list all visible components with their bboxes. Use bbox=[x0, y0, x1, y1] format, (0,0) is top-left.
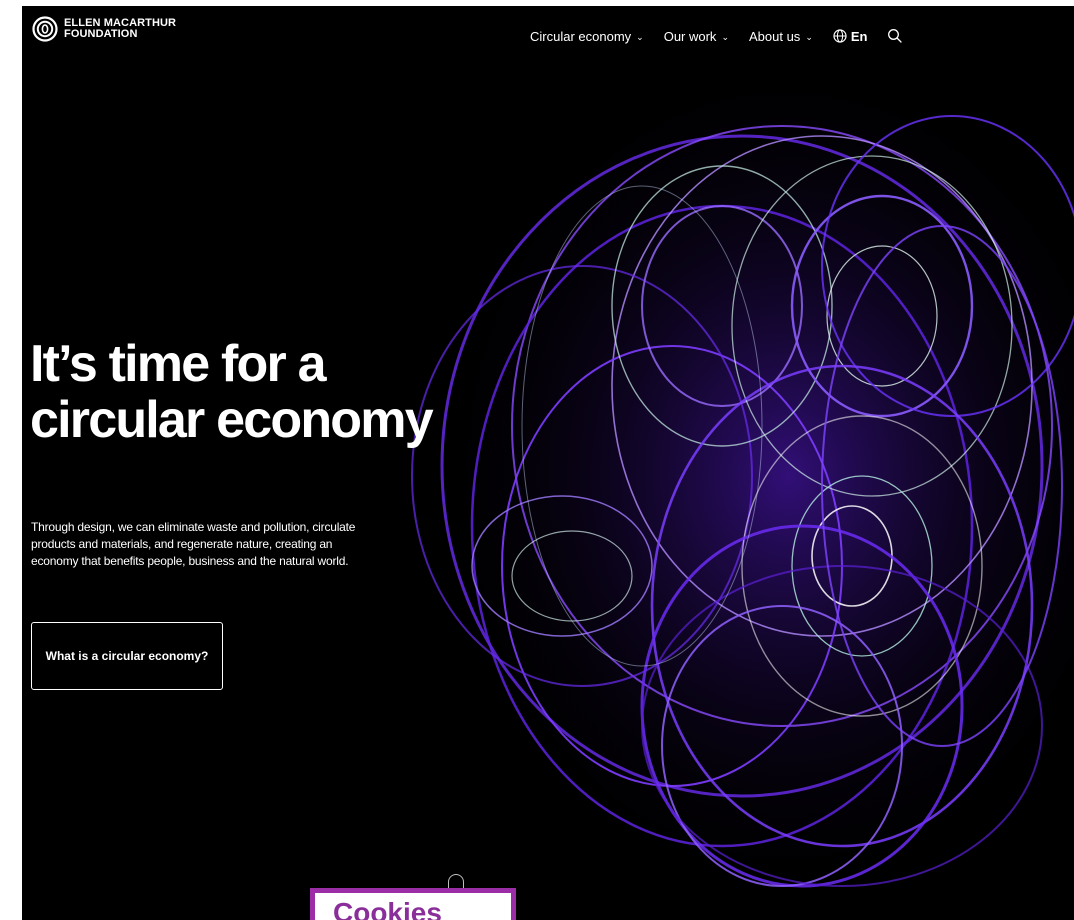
logo-line-2: FOUNDATION bbox=[64, 28, 138, 40]
site-logo[interactable]: ELLEN MACARTHUR FOUNDATION bbox=[32, 16, 176, 42]
chevron-down-icon: ⌄ bbox=[805, 31, 813, 42]
chevron-down-icon: ⌄ bbox=[721, 31, 729, 42]
light-trail-background bbox=[392, 46, 1074, 906]
search-icon[interactable] bbox=[887, 28, 903, 44]
nav-item-circular-economy[interactable]: Circular economy ⌄ bbox=[530, 29, 644, 44]
page: ELLEN MACARTHUR FOUNDATION Circular econ… bbox=[0, 0, 1074, 920]
nav-label: About us bbox=[748, 28, 801, 44]
main-nav: Circular economy ⌄ Our work ⌄ About us ⌄… bbox=[530, 28, 903, 44]
language-label: En bbox=[850, 28, 868, 44]
language-selector[interactable]: En bbox=[833, 28, 868, 44]
nav-label: Our work bbox=[663, 28, 717, 44]
hero-section: ELLEN MACARTHUR FOUNDATION Circular econ… bbox=[22, 6, 1074, 920]
cookie-popup-label: Cookies bbox=[315, 893, 511, 920]
logo-text: ELLEN MACARTHUR FOUNDATION bbox=[64, 18, 176, 40]
chevron-down-icon: ⌄ bbox=[636, 31, 644, 42]
emf-ring-logo-icon bbox=[32, 16, 58, 42]
what-is-circular-economy-button[interactable]: What is a circular economy? bbox=[31, 622, 223, 690]
nav-label: Circular economy bbox=[530, 28, 632, 44]
cookie-popup[interactable]: Cookies bbox=[310, 888, 516, 920]
hero-headline: It’s time for a circular economy bbox=[30, 335, 434, 449]
hero-description: Through design, we can eliminate waste a… bbox=[31, 520, 356, 568]
nav-item-our-work[interactable]: Our work ⌄ bbox=[664, 29, 729, 44]
nav-item-about-us[interactable]: About us ⌄ bbox=[749, 29, 813, 44]
globe-icon bbox=[833, 29, 847, 43]
